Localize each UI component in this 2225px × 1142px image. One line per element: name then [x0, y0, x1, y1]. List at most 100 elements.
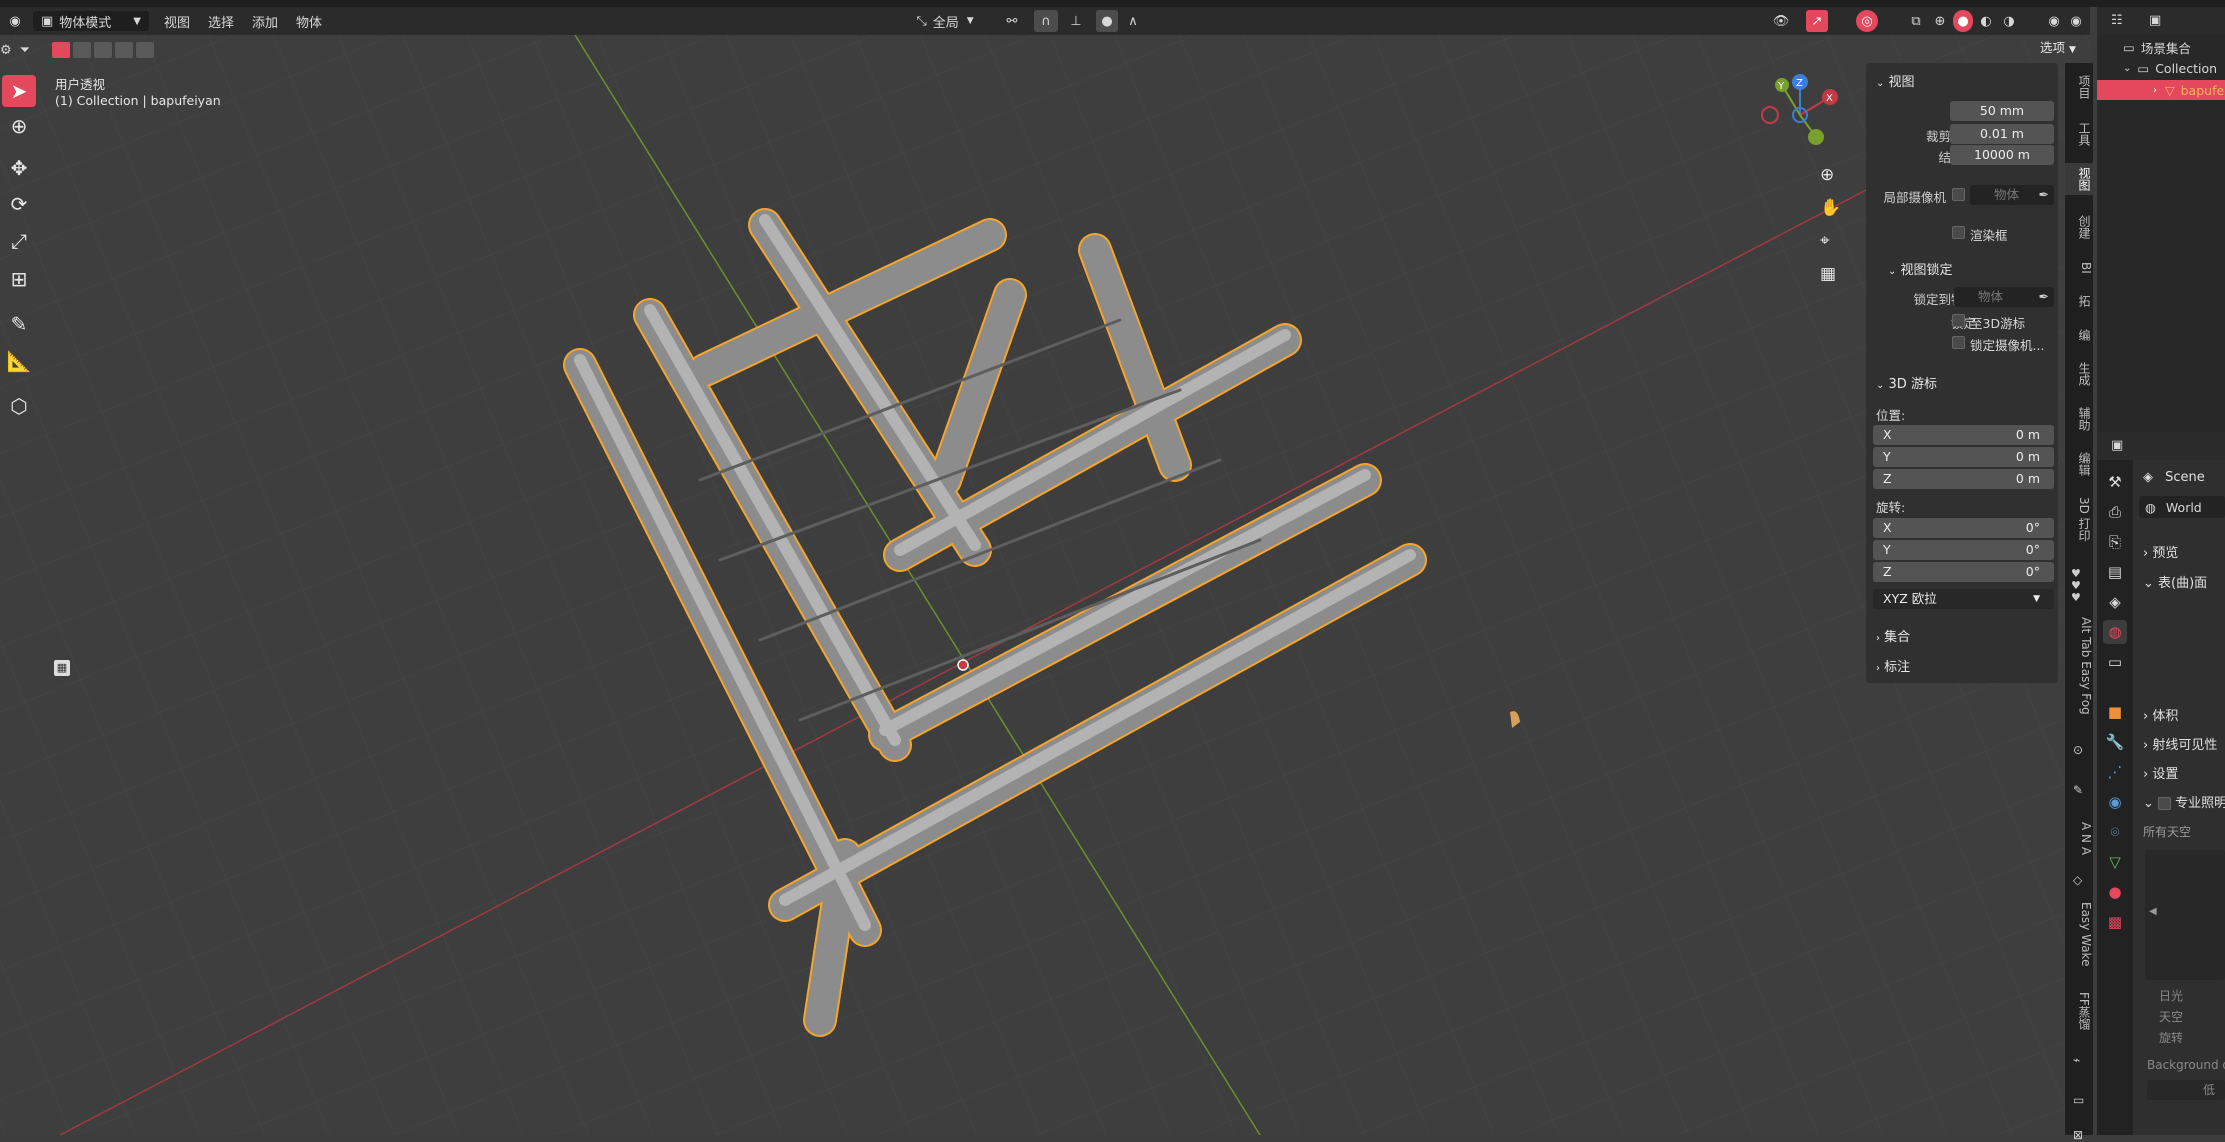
tool-transform[interactable]: ⊞ — [2, 263, 36, 295]
xray-toggle[interactable]: ⧉ — [1906, 10, 1926, 32]
render-engine-a[interactable]: ◉ — [2044, 10, 2064, 32]
modifier-props-icon[interactable]: 🔧 — [2103, 730, 2127, 754]
physics-props-icon[interactable]: ◉ — [2103, 790, 2127, 814]
tab-ff[interactable]: FF蒸馏 — [2065, 988, 2093, 1034]
render-region-checkbox[interactable] — [1952, 226, 1965, 239]
cursor-rotation-y[interactable]: Y 0° — [1873, 540, 2054, 560]
viewport-canvas[interactable] — [0, 35, 2090, 1135]
panel-preview[interactable]: › 预览 — [2143, 542, 2178, 561]
tool-measure[interactable]: 📐 — [2, 345, 36, 377]
options-button[interactable]: 选项 ▼ — [2040, 37, 2076, 56]
eyedropper-icon[interactable]: ✒ — [2039, 185, 2049, 205]
panel-volume[interactable]: › 体积 — [2143, 705, 2178, 724]
select-extend-icon[interactable] — [73, 42, 92, 58]
tab-edit[interactable]: 编辑 — [2065, 448, 2093, 480]
properties-editor-icon[interactable]: ▣ — [2111, 438, 2123, 453]
cursor-rotation-x[interactable]: X 0° — [1873, 518, 2054, 538]
tool-annotate[interactable]: ✎ — [2, 308, 36, 340]
panel-settings[interactable]: › 设置 — [2143, 763, 2178, 782]
outliner-collection[interactable]: ⌄ ▭ Collection — [2123, 58, 2217, 78]
clip-end-field[interactable]: 10000 m — [1950, 145, 2054, 165]
world-props-icon[interactable]: ◍ — [2103, 620, 2127, 644]
tool-select-box[interactable]: ➤ — [2, 75, 36, 107]
navigation-gizmo[interactable]: X Z Y — [1752, 55, 1842, 145]
menu-view[interactable]: 视图 — [164, 10, 190, 32]
tab-item[interactable]: 项目 — [2065, 71, 2093, 103]
tab-view[interactable]: 视图 — [2065, 163, 2093, 195]
outliner-editor-icon[interactable]: ☷ — [2111, 13, 2123, 28]
tab-generate[interactable]: 生成 — [2065, 358, 2093, 390]
cursor-section-header[interactable]: ⌄ 3D 游标 — [1876, 373, 1937, 392]
local-camera-field[interactable]: 物体 ✒ — [1970, 185, 2054, 205]
select-subtract-icon[interactable] — [94, 42, 113, 58]
panel-ray-visibility[interactable]: › 射线可见性 — [2143, 734, 2217, 753]
quality-dropdown[interactable]: 低 — [2147, 1080, 2225, 1100]
tab-easy-wake[interactable]: Easy Wake — [2065, 898, 2093, 970]
texture-props-icon[interactable]: ▩ — [2103, 910, 2127, 934]
tab-bian[interactable]: 编 — [2065, 325, 2093, 345]
shading-wireframe[interactable]: ⊕ — [1930, 10, 1950, 32]
tool-rotate[interactable]: ⟳ — [2, 188, 36, 220]
panel-pro-lighting[interactable]: ⌄ 专业照明 — [2143, 792, 2225, 811]
outliner-scene-collection[interactable]: ▭ 场景集合 — [2123, 37, 2191, 57]
tab-helper[interactable]: 辅助 — [2065, 403, 2093, 435]
cursor-location-z[interactable]: Z0 m — [1873, 469, 2054, 489]
render-props-icon[interactable]: ⎙ — [2103, 500, 2127, 524]
outliner-object-row[interactable]: › ▽ bapufe — [2097, 80, 2225, 100]
transform-orientation-dropdown[interactable]: ⤡ 全局 ▼ — [903, 10, 987, 32]
triangle-left-icon[interactable]: ◀ — [2149, 906, 2157, 917]
output-props-icon[interactable]: ⎘ — [2103, 530, 2127, 554]
falloff-button[interactable]: ∧ — [1122, 10, 1144, 32]
constraints-props-icon[interactable]: ⌾ — [2103, 820, 2127, 844]
collection-props-icon[interactable]: ▭ — [2103, 650, 2127, 674]
material-props-icon[interactable]: ● — [2103, 880, 2127, 904]
tab-tuo[interactable]: 拓 — [2065, 291, 2093, 311]
tab-ana[interactable]: A N A — [2065, 818, 2093, 859]
cursor-location-x[interactable]: X0 m — [1873, 425, 2054, 445]
select-invert-icon[interactable] — [115, 42, 134, 58]
tool-scale[interactable]: ⤢ — [2, 225, 36, 257]
view-section-header[interactable]: ⌄ 视图 — [1876, 71, 1915, 90]
panel-surface[interactable]: ⌄ 表(曲)面 — [2143, 572, 2207, 591]
object-props-icon[interactable]: ■ — [2103, 700, 2127, 724]
camera-view-icon[interactable]: ⌖ — [1820, 231, 1830, 251]
pan-hand-icon[interactable]: ✋ — [1820, 198, 1841, 218]
proportional-edit-toggle[interactable]: ● — [1096, 10, 1118, 32]
menu-select[interactable]: 选择 — [208, 10, 234, 32]
stats-icon[interactable]: ▦ — [54, 660, 70, 676]
tab-3d-print[interactable]: 3D 打印 — [2065, 493, 2093, 546]
snap-toggle[interactable]: ∩ — [1034, 10, 1058, 32]
eyedropper-icon[interactable]: ✒ — [2039, 287, 2049, 307]
annotation-section-header[interactable]: › 标注 — [1876, 656, 1910, 675]
menu-object[interactable]: 物体 — [296, 10, 322, 32]
scene-props-icon[interactable]: ◈ — [2103, 590, 2127, 614]
pro-lighting-checkbox[interactable] — [2158, 797, 2172, 810]
lock-to-object-field[interactable]: 物体 ✒ — [1954, 287, 2054, 307]
lock-camera-checkbox[interactable] — [1952, 336, 1965, 349]
data-props-icon[interactable]: ▽ — [2103, 850, 2127, 874]
render-engine-b[interactable]: ◉ — [2066, 10, 2086, 32]
shading-rendered[interactable]: ◑ — [1999, 10, 2019, 32]
world-selector[interactable]: ◍ World — [2139, 496, 2225, 518]
editor-type-button[interactable]: ◉ — [2, 10, 28, 32]
visibility-button[interactable]: 👁 — [1768, 10, 1794, 32]
view-layer-icon[interactable]: ▤ — [2103, 560, 2127, 584]
tool-cursor[interactable]: ⊕ — [2, 110, 36, 142]
menu-add[interactable]: 添加 — [252, 10, 278, 32]
local-camera-checkbox[interactable] — [1952, 188, 1965, 201]
select-intersect-icon[interactable] — [136, 42, 155, 58]
mode-dropdown[interactable]: ▣ 物体模式 ▼ — [32, 10, 150, 32]
snap-target-button[interactable]: ⊥ — [1060, 10, 1092, 32]
select-new-icon[interactable] — [52, 42, 71, 58]
tool-move[interactable]: ✥ — [2, 152, 36, 184]
gizmo-toggle[interactable]: ↗ — [1806, 10, 1828, 32]
tab-alt-tab-easy-fog[interactable]: Alt Tab Easy Fog — [2065, 613, 2093, 719]
zoom-icon[interactable]: ⊕ — [1820, 165, 1834, 185]
focal-length-field[interactable]: 50 mm — [1950, 101, 2054, 121]
3d-viewport[interactable]: 用户透视 (1) Collection | bapufeiyan X Z Y ⊕… — [0, 35, 2090, 1135]
ortho-grid-icon[interactable]: ▦ — [1820, 264, 1836, 284]
overlay-toggle[interactable]: ◎ — [1856, 10, 1878, 32]
rotation-mode-dropdown[interactable]: XYZ 欧拉 ▼ — [1873, 589, 2054, 609]
lock-cursor-checkbox[interactable] — [1952, 314, 1965, 327]
tool-add-cube[interactable]: ⬡ — [2, 390, 36, 422]
